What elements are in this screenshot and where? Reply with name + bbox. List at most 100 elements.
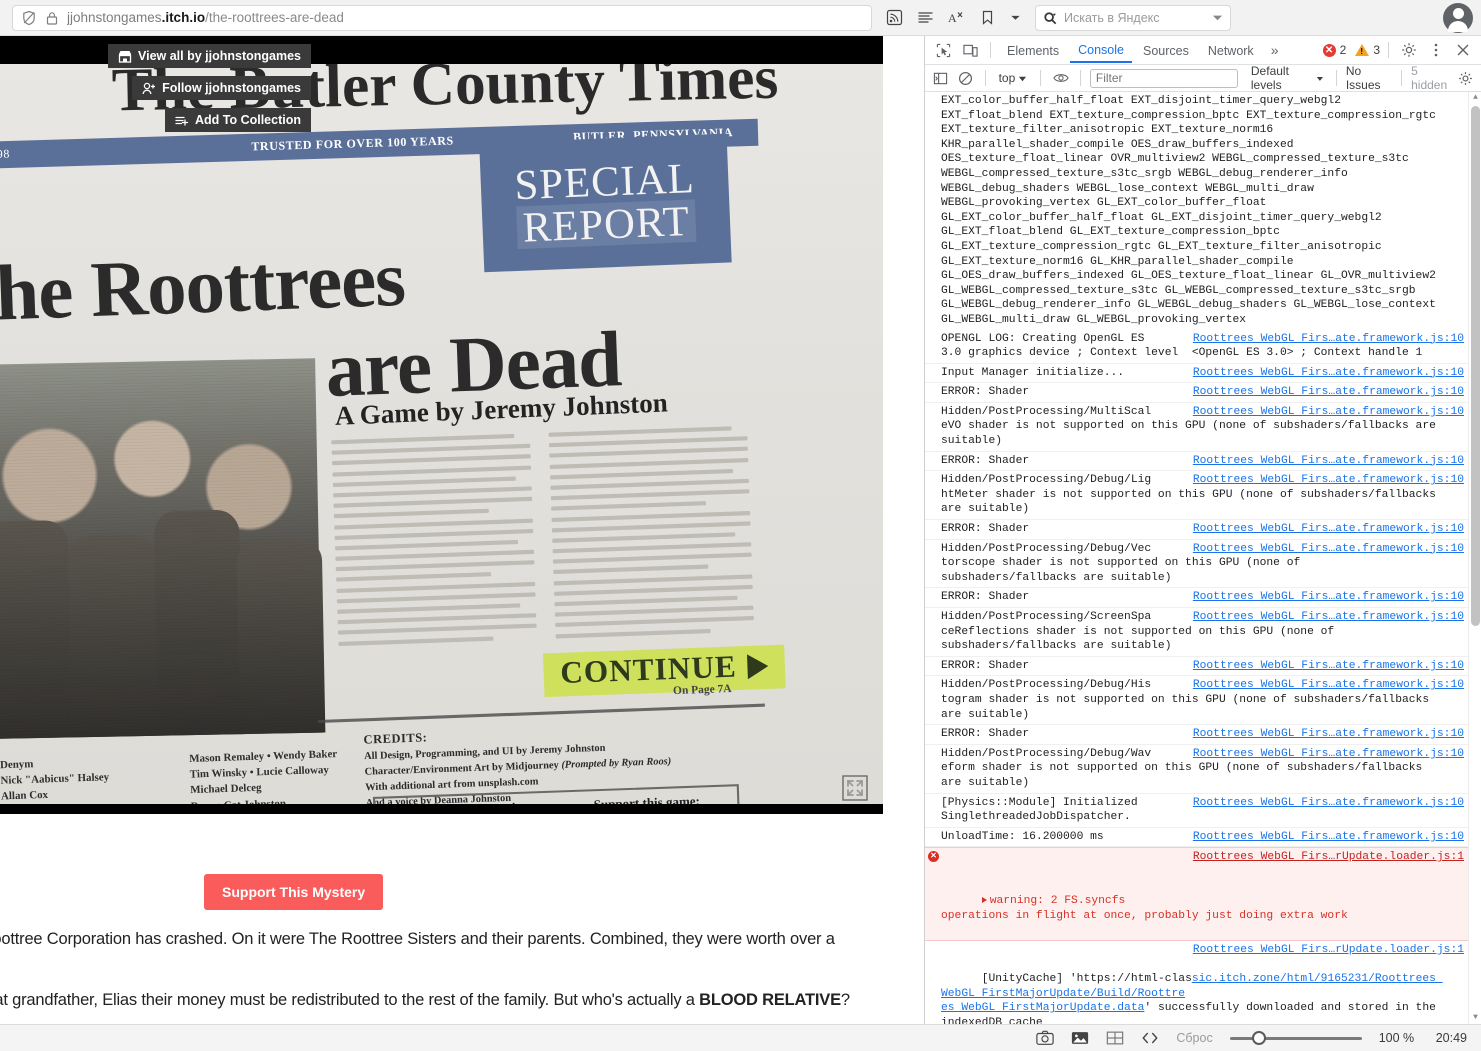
console-source-link[interactable]: Roottrees WebGL Firs…ate.framework.js:10 — [1193, 830, 1464, 845]
console-source-link[interactable]: Roottrees WebGL Firs…ate.framework.js:10 — [1193, 590, 1464, 605]
console-message-text: ERROR: Shader — [941, 454, 1030, 467]
console-message[interactable]: Roottrees WebGL Firs…ate.framework.js:10… — [925, 608, 1468, 657]
device-toolbar-button[interactable] — [958, 39, 982, 61]
fullscreen-button[interactable] — [839, 772, 871, 804]
console-message[interactable]: Roottrees WebGL Firs…ate.framework.js:10… — [925, 794, 1468, 828]
inspect-element-icon — [936, 43, 950, 57]
support-this-mystery-button[interactable]: Support This Mystery — [204, 874, 384, 910]
console-source-link[interactable]: Roottrees WebGL Firs…rUpdate.loader.js:1 — [1193, 943, 1464, 958]
browser-status-bar: Сброс 100 % 20:49 — [0, 1024, 1481, 1051]
bookmark-icon[interactable] — [979, 9, 996, 26]
console-settings-button[interactable] — [1455, 67, 1476, 89]
console-message[interactable]: Roottrees WebGL Firs…ate.framework.js:10… — [925, 452, 1468, 472]
help-label: For help and discussion: — [375, 799, 556, 804]
console-source-link[interactable]: Roottrees WebGL Firs…ate.framework.js:10 — [1193, 610, 1464, 625]
camera-icon[interactable] — [1036, 1029, 1055, 1047]
console-sidebar-button[interactable] — [930, 67, 951, 89]
console-message[interactable]: Roottrees WebGL Firs…ate.framework.js:10… — [925, 657, 1468, 677]
game-iframe[interactable]: The Butler County Times R 6, 1998 TRUSTE… — [0, 36, 883, 814]
console-scrollbar[interactable]: ▲ ▼ — [1468, 92, 1481, 1024]
console-scroll-up-arrow[interactable]: ▲ — [1469, 92, 1481, 104]
read-aloud-icon[interactable]: A — [948, 9, 965, 26]
console-message[interactable]: Roottrees WebGL Firs…ate.framework.js:10… — [925, 471, 1468, 521]
console-source-link[interactable]: Roottrees WebGL Firs…ate.framework.js:10 — [1193, 522, 1464, 537]
address-bar[interactable]: jjohnstongames.itch.io/the-roottrees-are… — [12, 4, 872, 31]
console-source-link[interactable]: Roottrees WebGL Firs…ate.framework.js:10 — [1193, 796, 1464, 811]
error-count-badge[interactable]: ✕ 2 — [1322, 43, 1346, 57]
console-message[interactable]: Roottrees WebGL Firs…ate.framework.js:10… — [925, 676, 1468, 726]
console-context-selector[interactable]: top — [995, 71, 1032, 85]
add-collection-label: Add To Collection — [194, 113, 301, 127]
console-message[interactable]: Roottrees WebGL Firs…ate.framework.js:10… — [925, 520, 1468, 540]
console-message-list[interactable]: EXT_color_buffer_half_float EXT_disjoint… — [925, 92, 1481, 1024]
chevron-down-icon[interactable] — [1010, 9, 1021, 26]
console-message[interactable]: Roottrees WebGL Firs…ate.framework.js:10… — [925, 403, 1468, 452]
console-source-link[interactable]: Roottrees WebGL Firs…ate.framework.js:10 — [1193, 747, 1464, 762]
para2-text-a: t, great grandfather, Elias their money … — [0, 991, 700, 1009]
chevron-down-icon[interactable] — [1212, 12, 1223, 23]
console-scrollbar-thumb[interactable] — [1471, 106, 1480, 626]
live-expression-button[interactable] — [1050, 67, 1071, 89]
console-error-message[interactable]: ✕ Roottrees WebGL Firs…rUpdate.loader.js… — [925, 847, 1468, 941]
console-levels-selector[interactable]: Default levels — [1248, 64, 1327, 92]
console-message[interactable]: Roottrees WebGL Firs…ate.framework.js:10… — [925, 364, 1468, 384]
console-filter-input[interactable] — [1089, 68, 1238, 88]
follow-button[interactable]: Follow jjohnstongames — [132, 76, 311, 100]
more-tabs-button[interactable]: » — [1265, 42, 1285, 58]
devtools-more-options-button[interactable] — [1424, 39, 1448, 61]
add-to-collection-button[interactable]: Add To Collection — [164, 108, 311, 132]
split-view-icon[interactable] — [1106, 1029, 1124, 1047]
console-scroll-down-arrow[interactable]: ▼ — [1469, 1012, 1481, 1024]
tab-elements[interactable]: Elements — [999, 39, 1067, 62]
rss-icon[interactable] — [886, 9, 903, 26]
console-message[interactable]: Roottrees WebGL Firs…ate.framework.js:10… — [925, 725, 1468, 745]
warning-count-badge[interactable]: 3 — [1355, 43, 1380, 57]
zoom-slider[interactable] — [1229, 1031, 1362, 1045]
tab-console[interactable]: Console — [1070, 38, 1132, 63]
clear-console-button[interactable] — [955, 67, 976, 89]
inspect-element-button[interactable] — [931, 39, 955, 61]
tab-network[interactable]: Network — [1200, 39, 1262, 62]
console-source-link[interactable]: Roottrees WebGL Firs…ate.framework.js:10 — [1193, 366, 1464, 381]
console-source-link[interactable]: Roottrees WebGL Firs…rUpdate.loader.js:1 — [1193, 850, 1464, 865]
console-message[interactable]: Roottrees WebGL Firs…ate.framework.js:10… — [925, 330, 1468, 364]
zoom-reset-button[interactable]: Сброс — [1176, 1031, 1212, 1045]
console-context-label: top — [998, 71, 1016, 85]
console-hidden-count[interactable]: 5 hidden — [1411, 64, 1451, 92]
code-icon[interactable] — [1141, 1029, 1159, 1047]
search-box[interactable]: Искать в Яндекс — [1035, 4, 1231, 31]
console-source-link[interactable]: Roottrees WebGL Firs…ate.framework.js:10 — [1193, 332, 1464, 347]
console-source-link[interactable]: Roottrees WebGL Firs…ate.framework.js:10 — [1193, 405, 1464, 420]
lock-icon[interactable] — [44, 10, 60, 26]
console-message[interactable]: Roottrees WebGL Firs…ate.framework.js:10… — [925, 540, 1468, 589]
console-source-link[interactable]: Roottrees WebGL Firs…ate.framework.js:10 — [1193, 473, 1464, 488]
zoom-slider-knob[interactable] — [1251, 1031, 1266, 1045]
console-message[interactable]: Roottrees WebGL Firs…ate.framework.js:10… — [925, 828, 1468, 848]
continue-button[interactable]: CONTINUE — [542, 644, 786, 698]
view-all-button[interactable]: View all by jjohnstongames — [107, 44, 311, 68]
console-source-link[interactable]: Roottrees WebGL Firs…ate.framework.js:10 — [1193, 659, 1464, 674]
console-source-link[interactable]: Roottrees WebGL Firs…ate.framework.js:10 — [1193, 454, 1464, 469]
expand-arrow-icon[interactable] — [981, 897, 987, 904]
devtools-close-button[interactable] — [1451, 39, 1475, 61]
console-message[interactable]: EXT_color_buffer_half_float EXT_disjoint… — [925, 92, 1468, 330]
console-message[interactable]: Roottrees WebGL Firs…ate.framework.js:10… — [925, 745, 1468, 794]
avatar[interactable] — [1443, 3, 1473, 33]
console-message[interactable]: Roottrees WebGL Firs…ate.framework.js:10… — [925, 588, 1468, 608]
console-source-link[interactable]: Roottrees WebGL Firs…ate.framework.js:10 — [1193, 385, 1464, 400]
console-message[interactable]: Roottrees WebGL Firs…ate.framework.js:10… — [925, 383, 1468, 403]
image-icon[interactable] — [1071, 1029, 1089, 1047]
console-issues-label[interactable]: No Issues — [1346, 64, 1392, 92]
chevron-down-icon — [1019, 76, 1027, 81]
console-message[interactable]: Roottrees WebGL Firs…rUpdate.loader.js:1… — [925, 941, 1468, 1024]
support-column: Support this game: Buy me a coffee — [556, 786, 739, 804]
console-source-link[interactable]: Roottrees WebGL Firs…ate.framework.js:10 — [1193, 542, 1464, 557]
console-source-link[interactable]: Roottrees WebGL Firs…ate.framework.js:10 — [1193, 727, 1464, 742]
tab-sources[interactable]: Sources — [1135, 39, 1197, 62]
reader-mode-icon[interactable] — [917, 9, 934, 26]
tracking-protection-icon[interactable] — [21, 10, 37, 26]
console-source-link[interactable]: Roottrees WebGL Firs…ate.framework.js:10 — [1193, 678, 1464, 693]
console-message-text: ERROR: Shader — [941, 523, 1030, 536]
devtools-settings-button[interactable] — [1397, 39, 1421, 61]
url-text: jjohnstongames.itch.io/the-roottrees-are… — [67, 10, 344, 25]
